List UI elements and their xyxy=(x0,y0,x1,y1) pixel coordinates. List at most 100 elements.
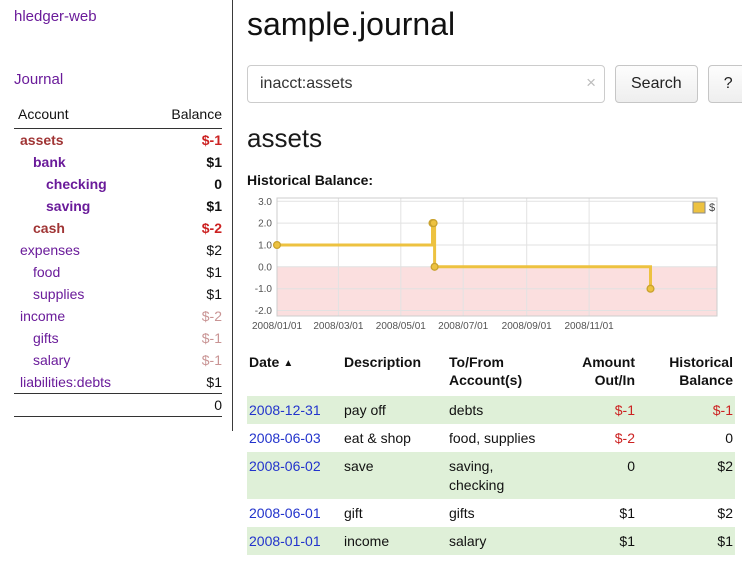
account-name-cell: liabilities:debts xyxy=(14,371,147,394)
svg-text:3.0: 3.0 xyxy=(258,197,272,208)
register-date-cell: 2008-06-03 xyxy=(247,424,342,452)
register-accounts-cell: salary xyxy=(447,527,577,555)
accounts-col-account: Account xyxy=(14,104,147,129)
svg-text:2008/07/01: 2008/07/01 xyxy=(438,321,488,332)
register-date-cell: 2008-01-01 xyxy=(247,527,342,555)
transaction-date-link[interactable]: 2008-12-31 xyxy=(249,402,321,418)
register-description-cell: income xyxy=(342,527,447,555)
account-link-gifts[interactable]: gifts xyxy=(33,330,59,346)
register-col-label: Date▲ xyxy=(249,354,338,372)
register-amount-cell: $1 xyxy=(577,499,639,527)
account-row: gifts $-1 xyxy=(14,327,222,349)
account-name-cell: expenses xyxy=(14,239,147,261)
register-col-label: Account(s) xyxy=(449,372,573,390)
register-col-label: Out/In xyxy=(579,372,635,390)
account-link-expenses[interactable]: expenses xyxy=(20,242,80,258)
register-description-cell: pay off xyxy=(342,396,447,424)
search-button[interactable]: Search xyxy=(615,65,698,103)
account-balance: $1 xyxy=(147,195,222,217)
account-name-cell: gifts xyxy=(14,327,147,349)
account-row: expenses$2 xyxy=(14,239,222,261)
account-link-checking[interactable]: checking xyxy=(46,176,107,192)
register-amount-cell: 0 xyxy=(577,452,639,498)
register-amount-cell: $-2 xyxy=(577,424,639,452)
transaction-date-link[interactable]: 2008-01-01 xyxy=(249,533,321,549)
historical-balance-chart: $3.02.01.00.0-1.0-2.02008/01/012008/03/0… xyxy=(247,196,742,336)
legend-label: $ xyxy=(709,202,715,214)
account-name-cell: assets xyxy=(14,129,147,152)
svg-text:2.0: 2.0 xyxy=(258,219,272,230)
account-balance: $-1 xyxy=(147,327,222,349)
register-description-cell: eat & shop xyxy=(342,424,447,452)
help-button[interactable]: ? xyxy=(708,65,742,103)
account-link-supplies[interactable]: supplies xyxy=(33,286,84,302)
transaction-date-link[interactable]: 2008-06-01 xyxy=(249,505,321,521)
transaction-date-link[interactable]: 2008-06-02 xyxy=(249,458,321,474)
main-content: sample.journal × Search ? assets Histori… xyxy=(233,0,742,555)
register-row: 2008-01-01incomesalary$1$1 xyxy=(247,527,735,555)
accounts-total-spacer xyxy=(14,394,147,417)
register-row: 2008-12-31pay offdebts$-1$-1 xyxy=(247,396,735,424)
account-balance: $1 xyxy=(147,261,222,283)
register-col-accounts: To/FromAccount(s) xyxy=(447,352,577,396)
register-row: 2008-06-03eat & shopfood, supplies$-20 xyxy=(247,424,735,452)
journal-link[interactable]: Journal xyxy=(14,71,222,88)
register-accounts-cell: debts xyxy=(447,396,577,424)
chart-point xyxy=(274,242,281,249)
register-date-cell: 2008-12-31 xyxy=(247,396,342,424)
account-balance: $-2 xyxy=(147,217,222,239)
svg-text:-1.0: -1.0 xyxy=(255,284,273,295)
svg-text:2008/03/01: 2008/03/01 xyxy=(313,321,363,332)
account-name-cell: income xyxy=(14,305,147,327)
account-name-cell: food xyxy=(14,261,147,283)
account-link-saving[interactable]: saving xyxy=(46,198,90,214)
svg-text:1.0: 1.0 xyxy=(258,241,272,252)
account-row: income$-2 xyxy=(14,305,222,327)
account-balance: $1 xyxy=(147,283,222,305)
account-link-income[interactable]: income xyxy=(20,308,65,324)
account-row: liabilities:debts$1 xyxy=(14,371,222,394)
account-balance: $1 xyxy=(147,151,222,173)
accounts-header-row: Account Balance xyxy=(14,104,222,129)
account-row: food $1 xyxy=(14,261,222,283)
register-accounts-cell: saving, checking xyxy=(447,452,577,498)
chart-title: Historical Balance: xyxy=(247,172,742,188)
register-accounts-cell: gifts xyxy=(447,499,577,527)
register-accounts-cell: food, supplies xyxy=(447,424,577,452)
register-description-cell: gift xyxy=(342,499,447,527)
svg-text:2008/09/01: 2008/09/01 xyxy=(502,321,552,332)
register-row: 2008-06-01giftgifts$1$2 xyxy=(247,499,735,527)
page-title: sample.journal xyxy=(247,6,742,43)
search-input[interactable] xyxy=(247,65,605,103)
account-link-salary[interactable]: salary xyxy=(33,352,70,368)
legend-swatch xyxy=(693,202,705,213)
search-form: × Search ? xyxy=(247,65,742,103)
register-header-row: Date▲DescriptionTo/FromAccount(s)AmountO… xyxy=(247,352,735,396)
svg-text:2008/05/01: 2008/05/01 xyxy=(376,321,426,332)
register-table-body: 2008-12-31pay offdebts$-1$-12008-06-03ea… xyxy=(247,396,735,555)
register-col-date[interactable]: Date▲ xyxy=(247,352,342,396)
register-balance-cell: $2 xyxy=(639,452,735,498)
account-link-cash[interactable]: cash xyxy=(33,220,65,236)
register-amount-cell: $1 xyxy=(577,527,639,555)
account-row: saving $1 xyxy=(14,195,222,217)
clear-search-icon[interactable]: × xyxy=(586,73,596,93)
svg-text:-2.0: -2.0 xyxy=(255,306,273,317)
account-name-cell: salary xyxy=(14,349,147,371)
chart-point xyxy=(430,220,437,227)
account-balance: 0 xyxy=(147,173,222,195)
account-link-assets[interactable]: assets xyxy=(20,132,64,148)
account-link-bank[interactable]: bank xyxy=(33,154,66,170)
account-link-liabilities-debts[interactable]: liabilities:debts xyxy=(20,374,111,390)
accounts-table-body: assets$-1bank$1checking0saving$1cash$-2e… xyxy=(14,129,222,394)
register-description-cell: save xyxy=(342,452,447,498)
account-heading: assets xyxy=(247,123,742,154)
accounts-total: 0 xyxy=(147,394,222,417)
transaction-date-link[interactable]: 2008-06-03 xyxy=(249,430,321,446)
account-name-cell: saving xyxy=(14,195,147,217)
account-link-food[interactable]: food xyxy=(33,264,60,280)
chart-point xyxy=(647,285,654,292)
register-col-label: Balance xyxy=(641,372,733,390)
register-col-label: To/From xyxy=(449,354,573,372)
app-title-link[interactable]: hledger-web xyxy=(14,8,222,25)
